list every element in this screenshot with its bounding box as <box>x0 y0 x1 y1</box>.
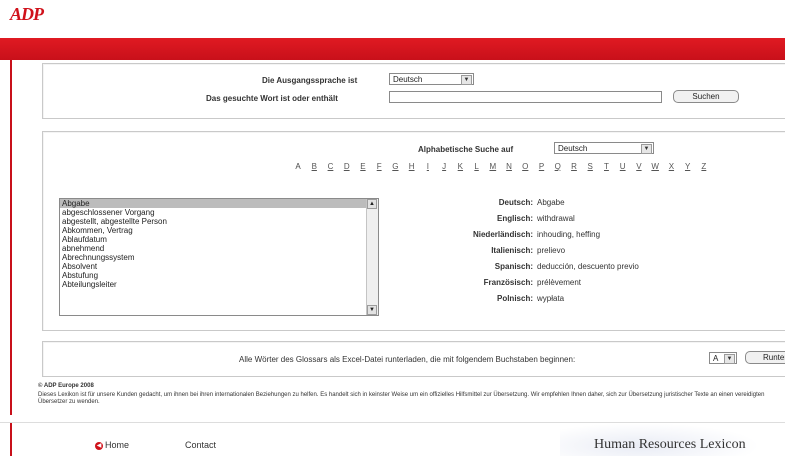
translation-label: Spanisch: <box>494 262 533 271</box>
term-list[interactable]: Abgabe abgeschlossener Vorgang abgestell… <box>59 198 379 316</box>
translation-row-de: Deutsch: Abgabe <box>383 198 683 214</box>
alphabetical-language-select[interactable]: Deutsch ▼ <box>554 142 654 154</box>
translation-row-fr: Französisch: prélèvement <box>383 278 683 294</box>
list-item[interactable]: Abstufung <box>60 271 378 280</box>
adp-logo: ADP <box>10 4 44 24</box>
translation-value: withdrawal <box>537 214 575 223</box>
letter-a[interactable]: A <box>291 162 305 171</box>
scroll-up-icon[interactable]: ▲ <box>367 199 377 209</box>
letter-w[interactable]: W <box>648 162 662 171</box>
search-button[interactable]: Suchen <box>673 90 739 103</box>
chevron-down-icon: ▼ <box>641 144 652 154</box>
contact-link[interactable]: Contact <box>185 440 216 450</box>
product-title: Human Resources Lexicon <box>594 437 746 452</box>
translation-row-it: Italienisch: prelievo <box>383 246 683 262</box>
home-icon: ◀ <box>95 441 103 450</box>
translation-row-es: Spanisch: deducción, descuento previo <box>383 262 683 278</box>
list-item[interactable]: Abrechnungssystem <box>60 253 378 262</box>
download-text: Alle Wörter des Glossars als Excel-Datei… <box>239 355 576 364</box>
download-letter-value: A <box>713 354 719 363</box>
download-letter-select[interactable]: A ▼ <box>709 352 737 364</box>
letter-u[interactable]: U <box>616 162 630 171</box>
home-label: Home <box>105 440 130 450</box>
download-button[interactable]: Runter <box>745 351 785 364</box>
letter-k[interactable]: K <box>453 162 467 171</box>
alphabetical-label: Alphabetische Suche auf <box>418 145 514 154</box>
search-input[interactable] <box>389 91 662 103</box>
letter-n[interactable]: N <box>502 162 516 171</box>
list-item[interactable]: abnehmend <box>60 244 378 253</box>
translation-label: Niederländisch: <box>472 230 533 239</box>
download-panel: Alle Wörter des Glossars als Excel-Datei… <box>42 341 785 377</box>
word-label: Das gesuchte Wort ist oder enthält <box>206 94 338 103</box>
translation-row-pl: Polnisch: wypłata <box>383 294 683 310</box>
scroll-down-icon[interactable]: ▼ <box>367 305 377 315</box>
list-item[interactable]: abgestellt, abgestellte Person <box>60 217 378 226</box>
letter-t[interactable]: T <box>599 162 613 171</box>
source-language-label: Die Ausgangssprache ist <box>262 76 358 85</box>
disclaimer: Dieses Lexikon ist für unsere Kunden ged… <box>38 392 765 405</box>
chevron-down-icon: ▼ <box>461 75 472 85</box>
translation-label: Deutsch: <box>498 198 533 207</box>
header-red-bar <box>0 38 785 60</box>
alphabetical-panel: Alphabetische Suche auf Deutsch ▼ A B C … <box>42 131 785 331</box>
search-panel: Die Ausgangssprache ist Deutsch ▼ Das ge… <box>42 63 785 119</box>
translation-value: prélèvement <box>537 278 582 287</box>
letter-y[interactable]: Y <box>681 162 695 171</box>
footer-bar: ◀ Home Contact Human Resources Lexicon <box>0 422 785 456</box>
alphabetical-language-value: Deutsch <box>558 144 588 153</box>
letter-z[interactable]: Z <box>697 162 711 171</box>
letter-p[interactable]: P <box>535 162 549 171</box>
translation-value: prelievo <box>537 246 566 255</box>
list-item[interactable]: Absolvent <box>60 262 378 271</box>
letter-v[interactable]: V <box>632 162 646 171</box>
letter-g[interactable]: G <box>388 162 402 171</box>
list-item[interactable]: Abteilungsleiter <box>60 280 378 289</box>
letter-r[interactable]: R <box>567 162 581 171</box>
copyright: © ADP Europe 2008 <box>38 383 94 389</box>
list-item[interactable]: abgeschlossener Vorgang <box>60 208 378 217</box>
translation-value: deducción, descuento previo <box>537 262 639 271</box>
translation-row-en: Englisch: withdrawal <box>383 214 683 230</box>
list-item[interactable]: Abgabe <box>60 199 378 208</box>
letter-b[interactable]: B <box>307 162 321 171</box>
letter-q[interactable]: Q <box>551 162 565 171</box>
letter-j[interactable]: J <box>437 162 451 171</box>
list-item[interactable]: Ablaufdatum <box>60 235 378 244</box>
translation-row-nl: Niederländisch: inhouding, heffing <box>383 230 683 246</box>
content-frame: Die Ausgangssprache ist Deutsch ▼ Das ge… <box>10 60 785 415</box>
letter-s[interactable]: S <box>583 162 597 171</box>
letter-i[interactable]: I <box>421 162 435 171</box>
letter-e[interactable]: E <box>356 162 370 171</box>
translation-label: Italienisch: <box>491 246 533 255</box>
translation-label: Polnisch: <box>496 294 533 303</box>
translation-value: Abgabe <box>537 198 565 207</box>
letter-l[interactable]: L <box>470 162 484 171</box>
footer-red-edge <box>10 423 12 456</box>
letter-h[interactable]: H <box>405 162 419 171</box>
translation-label: Französisch: <box>483 278 533 287</box>
letter-index: A B C D E F G H I J K L M N O P Q R S T … <box>291 162 711 171</box>
letter-m[interactable]: M <box>486 162 500 171</box>
home-link[interactable]: ◀ Home <box>95 440 129 450</box>
source-language-value: Deutsch <box>393 75 423 84</box>
chevron-down-icon: ▼ <box>724 354 735 364</box>
letter-c[interactable]: C <box>323 162 337 171</box>
list-scrollbar[interactable]: ▲ ▼ <box>366 199 378 315</box>
letter-o[interactable]: O <box>518 162 532 171</box>
translation-panel: Deutsch: Abgabe Englisch: withdrawal Nie… <box>383 198 683 310</box>
translation-value: inhouding, heffing <box>537 230 601 239</box>
letter-f[interactable]: F <box>372 162 386 171</box>
source-language-select[interactable]: Deutsch ▼ <box>389 73 474 85</box>
letter-x[interactable]: X <box>664 162 678 171</box>
letter-d[interactable]: D <box>340 162 354 171</box>
translation-value: wypłata <box>537 294 565 303</box>
translation-label: Englisch: <box>496 214 533 223</box>
list-item[interactable]: Abkommen, Vertrag <box>60 226 378 235</box>
